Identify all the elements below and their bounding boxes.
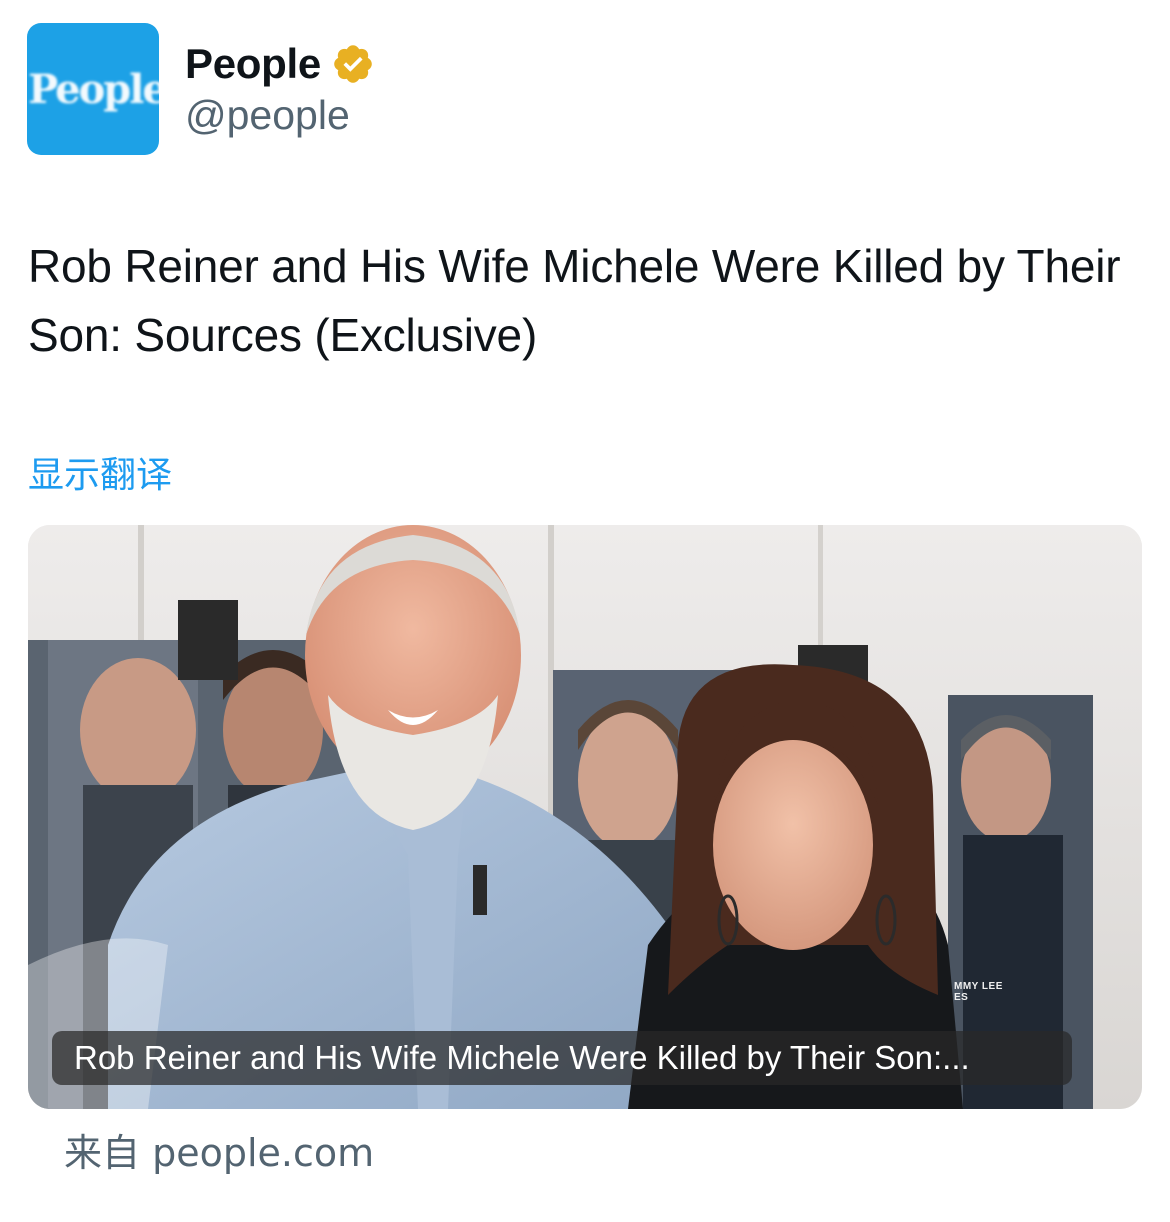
article-photo xyxy=(28,525,1142,1109)
show-translation-link[interactable]: 显示翻译 xyxy=(28,446,172,498)
avatar[interactable]: People xyxy=(27,23,159,155)
link-preview-card[interactable]: MMY LEE ES Rob Reiner and His Wife Miche… xyxy=(28,525,1142,1109)
people-logo: People xyxy=(28,65,159,113)
poster-text: MMY LEE ES xyxy=(954,981,1003,1003)
poster-text-line2: ES xyxy=(954,992,969,1003)
display-name[interactable]: People xyxy=(185,40,321,88)
link-card-caption[interactable]: Rob Reiner and His Wife Michele Were Kil… xyxy=(52,1031,1072,1085)
poster-text-line1: MMY LEE xyxy=(954,981,1003,992)
link-source[interactable]: 来自 people.com xyxy=(64,1122,374,1177)
tweet-text: Rob Reiner and His Wife Michele Were Kil… xyxy=(28,240,1121,361)
handle[interactable]: @people xyxy=(185,92,350,139)
link-card-title: Rob Reiner and His Wife Michele Were Kil… xyxy=(74,1039,970,1076)
author-name-row[interactable]: People xyxy=(185,36,375,92)
verified-badge-icon xyxy=(334,45,372,83)
